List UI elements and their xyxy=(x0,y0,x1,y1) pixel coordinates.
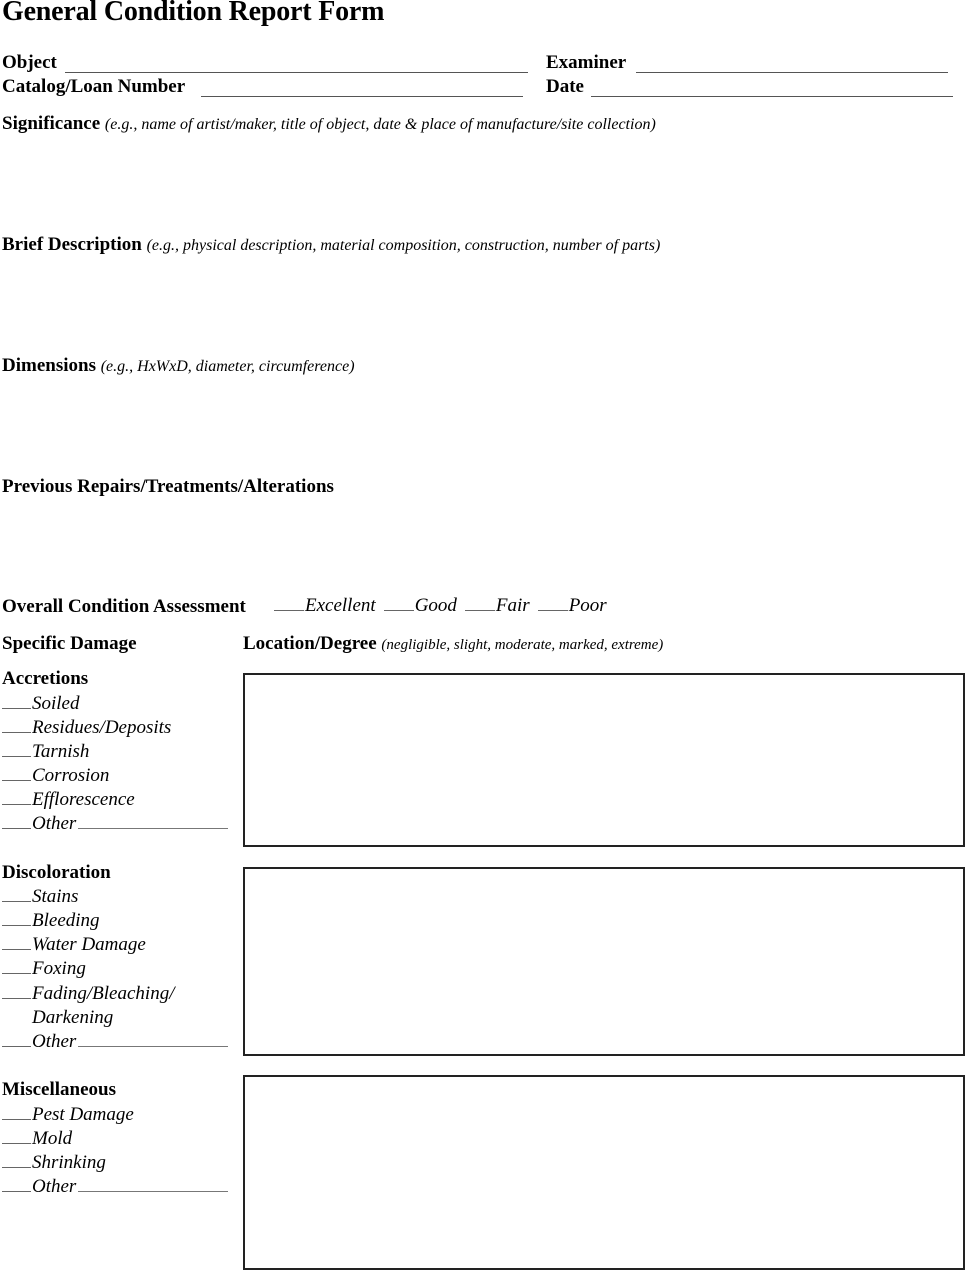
checkbox-blank[interactable] xyxy=(383,609,414,611)
checkbox-blank[interactable] xyxy=(2,827,31,829)
checkbox-blank[interactable] xyxy=(2,707,31,709)
location-degree-label: Location/Degree xyxy=(243,633,377,654)
location-degree-hint: (negligible, slight, moderate, marked, e… xyxy=(381,637,664,653)
checkbox-blank[interactable] xyxy=(2,972,31,974)
accretions-location-box[interactable] xyxy=(243,673,965,847)
checkbox-blank[interactable] xyxy=(2,924,31,926)
object-field[interactable] xyxy=(66,53,530,73)
checkbox-blank[interactable] xyxy=(2,997,31,999)
discoloration-item-fading[interactable]: Fading/Bleaching/ xyxy=(2,982,174,1006)
miscellaneous-item-pest-damage[interactable]: Pest Damage xyxy=(2,1103,134,1127)
other-specify-line[interactable] xyxy=(78,1045,229,1047)
previous-repairs-label: Previous Repairs/Treatments/Alterations xyxy=(2,476,334,497)
discoloration-notes-input[interactable] xyxy=(245,869,963,1054)
condition-option-poor[interactable]: Poor xyxy=(537,595,607,616)
accretions-item-residues[interactable]: Residues/Deposits xyxy=(2,716,171,740)
date-field[interactable] xyxy=(592,77,954,97)
accretions-item-soiled[interactable]: Soiled xyxy=(2,692,80,716)
object-label: Object xyxy=(2,52,57,73)
condition-option-good[interactable]: Good xyxy=(383,595,457,616)
discoloration-item-stains[interactable]: Stains xyxy=(2,885,78,909)
miscellaneous-item-shrinking[interactable]: Shrinking xyxy=(2,1151,106,1175)
discoloration-item-bleeding[interactable]: Bleeding xyxy=(2,909,100,933)
discoloration-item-foxing[interactable]: Foxing xyxy=(2,957,86,981)
catalog-loan-number-label: Catalog/Loan Number xyxy=(2,76,186,97)
examiner-field[interactable] xyxy=(637,53,949,73)
checkbox-blank[interactable] xyxy=(464,609,495,611)
miscellaneous-location-box[interactable] xyxy=(243,1075,965,1270)
specific-damage-label: Specific Damage xyxy=(2,633,137,654)
catalog-loan-number-field[interactable] xyxy=(202,77,524,97)
miscellaneous-notes-input[interactable] xyxy=(245,1077,963,1268)
dimensions-hint: (e.g., HxWxD, diameter, circumference) xyxy=(100,358,355,375)
checkbox-blank[interactable] xyxy=(2,731,31,733)
location-degree-heading: Location/Degree (negligible, slight, mod… xyxy=(243,633,663,655)
brief-description-hint: (e.g., physical description, material co… xyxy=(146,237,661,254)
dimensions-label: Dimensions xyxy=(2,355,96,376)
dimensions-heading: Dimensions (e.g., HxWxD, diameter, circu… xyxy=(2,355,355,377)
examiner-label: Examiner xyxy=(546,52,627,73)
date-label: Date xyxy=(546,76,584,97)
miscellaneous-heading: Miscellaneous xyxy=(2,1079,116,1100)
checkbox-blank[interactable] xyxy=(537,609,568,611)
checkbox-blank[interactable] xyxy=(2,948,31,950)
checkbox-blank[interactable] xyxy=(2,1142,31,1144)
checkbox-blank[interactable] xyxy=(2,1166,31,1168)
significance-heading: Significance (e.g., name of artist/maker… xyxy=(2,113,656,135)
brief-description-heading: Brief Description (e.g., physical descri… xyxy=(2,234,660,256)
discoloration-item-water-damage[interactable]: Water Damage xyxy=(2,933,146,957)
previous-repairs-input[interactable] xyxy=(2,504,966,593)
accretions-item-corrosion[interactable]: Corrosion xyxy=(2,764,109,788)
discoloration-location-box[interactable] xyxy=(243,867,965,1056)
dimensions-input[interactable] xyxy=(2,383,966,477)
checkbox-blank[interactable] xyxy=(2,1045,31,1047)
other-specify-line[interactable] xyxy=(78,1190,229,1192)
overall-condition-label: Overall Condition Assessment xyxy=(2,596,246,617)
brief-description-label: Brief Description xyxy=(2,234,142,255)
accretions-item-tarnish[interactable]: Tarnish xyxy=(2,740,89,764)
checkbox-blank[interactable] xyxy=(2,755,31,757)
brief-description-input[interactable] xyxy=(2,262,966,356)
discoloration-item-other[interactable]: Other xyxy=(2,1030,229,1054)
discoloration-item-darkening: Darkening xyxy=(32,1007,114,1028)
checkbox-blank[interactable] xyxy=(2,1190,31,1192)
checkbox-blank[interactable] xyxy=(274,609,304,611)
accretions-item-efflorescence[interactable]: Efflorescence xyxy=(2,788,135,812)
miscellaneous-item-other[interactable]: Other xyxy=(2,1175,229,1199)
checkbox-blank[interactable] xyxy=(2,900,31,902)
accretions-notes-input[interactable] xyxy=(245,675,963,845)
overall-condition-options: Excellent Good Fair Poor xyxy=(274,595,607,617)
checkbox-blank[interactable] xyxy=(2,803,31,805)
significance-input[interactable] xyxy=(2,140,966,234)
miscellaneous-item-mold[interactable]: Mold xyxy=(2,1127,72,1151)
checkbox-blank[interactable] xyxy=(2,1118,31,1120)
page-title: General Condition Report Form xyxy=(2,0,385,27)
condition-option-fair[interactable]: Fair xyxy=(464,595,530,616)
condition-option-excellent[interactable]: Excellent xyxy=(274,595,376,616)
other-specify-line[interactable] xyxy=(78,827,229,829)
discoloration-heading: Discoloration xyxy=(2,862,111,883)
significance-label: Significance xyxy=(2,113,101,134)
checkbox-blank[interactable] xyxy=(2,779,31,781)
accretions-heading: Accretions xyxy=(2,668,89,689)
significance-hint: (e.g., name of artist/maker, title of ob… xyxy=(104,116,656,133)
accretions-item-other[interactable]: Other xyxy=(2,812,229,836)
